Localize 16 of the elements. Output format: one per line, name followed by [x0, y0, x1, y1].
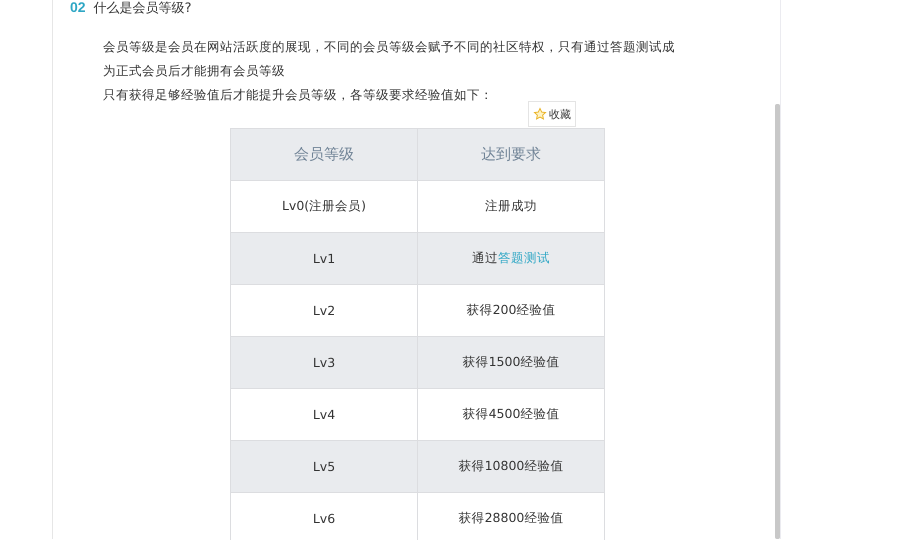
column-header: 会员等级 — [230, 128, 418, 180]
table-cell: 通过答题测试 — [418, 232, 604, 284]
table-cell: 获得10800经验值 — [418, 440, 604, 492]
step-number: 02 — [70, 0, 86, 15]
table-cell: Lv5 — [230, 440, 418, 492]
table-cell: Lv1 — [230, 232, 418, 284]
column-header: 达到要求 — [418, 128, 604, 180]
favorite-button[interactable]: 收藏 — [528, 101, 576, 127]
star-icon — [533, 107, 547, 121]
step-title: 什么是会员等级? — [94, 0, 192, 17]
table-cell: Lv6 — [230, 492, 418, 540]
paragraph: 会员等级是会员在网站活跃度的展现，不同的会员等级会赋予不同的社区特权，只有通过答题测试成为正式会员后才能拥有会员等级 — [103, 38, 676, 80]
table-cell: 获得1500经验值 — [418, 336, 604, 388]
table-cell: Lv3 — [230, 336, 418, 388]
scrollbar[interactable] — [775, 104, 780, 539]
paragraph: 只有获得足够经验值后才能提升会员等级，各等级要求经验值如下： — [103, 86, 494, 104]
